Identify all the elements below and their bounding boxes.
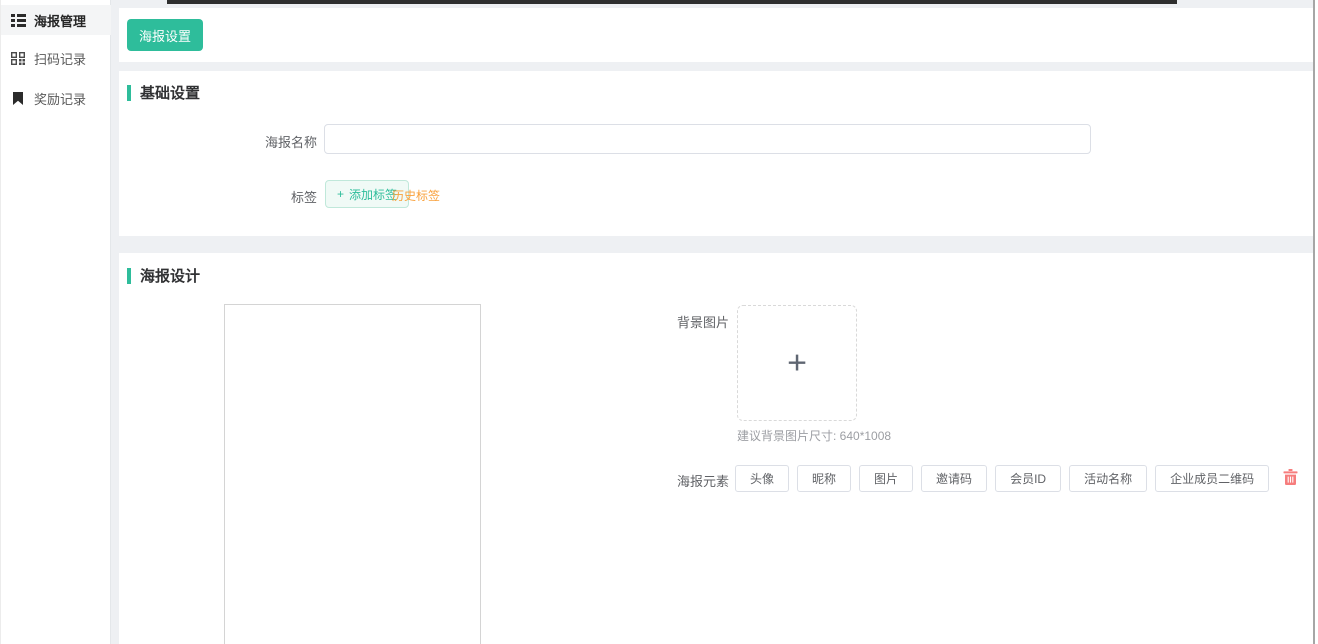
trash-icon <box>1283 469 1298 488</box>
sidebar-item-label: 扫码记录 <box>34 49 86 68</box>
history-tags-link[interactable]: 历史标签 <box>392 187 440 204</box>
add-tag-label: 添加标签 <box>349 186 397 203</box>
delete-element-button[interactable] <box>1283 469 1298 488</box>
toolbar-panel: 海报设置 <box>119 8 1313 62</box>
sidebar-item-reward-records[interactable]: 奖励记录 <box>1 83 111 113</box>
list-icon <box>10 12 26 28</box>
poster-elements-label: 海报元素 <box>619 471 729 490</box>
poster-name-input[interactable] <box>324 124 1091 154</box>
element-button-avatar[interactable]: 头像 <box>735 465 789 492</box>
element-button-member-qrcode[interactable]: 企业成员二维码 <box>1155 465 1269 492</box>
background-image-label: 背景图片 <box>619 312 729 331</box>
plus-icon: + <box>337 187 344 201</box>
bookmark-icon <box>10 90 26 106</box>
qr-code-icon <box>10 50 26 66</box>
poster-settings-button[interactable]: 海报设置 <box>127 19 203 51</box>
element-button-activity-name[interactable]: 活动名称 <box>1069 465 1147 492</box>
poster-design-panel: 海报设计 背景图片 + 建议背景图片尺寸: 640*1008 海报元素 头像 昵… <box>119 253 1313 644</box>
basic-settings-panel: 基础设置 海报名称 标签 + 添加标签 历史标签 <box>119 71 1313 236</box>
sidebar-item-scan-records[interactable]: 扫码记录 <box>1 43 111 73</box>
poster-design-header: 海报设计 <box>127 265 200 286</box>
section-accent-bar <box>127 85 131 101</box>
sidebar-item-label: 奖励记录 <box>34 89 86 108</box>
scrollbar-edge[interactable] <box>1313 0 1315 644</box>
element-button-invite-code[interactable]: 邀请码 <box>921 465 987 492</box>
plus-icon: + <box>787 347 807 379</box>
section-accent-bar <box>127 268 131 284</box>
basic-settings-header: 基础设置 <box>127 82 200 103</box>
element-button-nickname[interactable]: 昵称 <box>797 465 851 492</box>
element-button-image[interactable]: 图片 <box>859 465 913 492</box>
background-upload-box[interactable]: + <box>737 305 857 421</box>
sidebar: 海报管理 扫码记录 奖励记录 <box>0 0 111 644</box>
sidebar-item-poster-management[interactable]: 海报管理 <box>1 5 111 35</box>
section-title: 海报设计 <box>140 265 200 286</box>
sidebar-item-label: 海报管理 <box>34 11 86 30</box>
poster-name-label: 海报名称 <box>207 132 317 151</box>
tags-label: 标签 <box>207 187 317 206</box>
poster-elements-row: 头像 昵称 图片 邀请码 会员ID 活动名称 企业成员二维码 <box>735 465 1298 492</box>
top-window-edge <box>167 0 1177 4</box>
section-title: 基础设置 <box>140 82 200 103</box>
element-button-member-id[interactable]: 会员ID <box>995 465 1061 492</box>
background-size-hint: 建议背景图片尺寸: 640*1008 <box>737 427 891 444</box>
poster-preview-canvas[interactable] <box>224 304 481 644</box>
